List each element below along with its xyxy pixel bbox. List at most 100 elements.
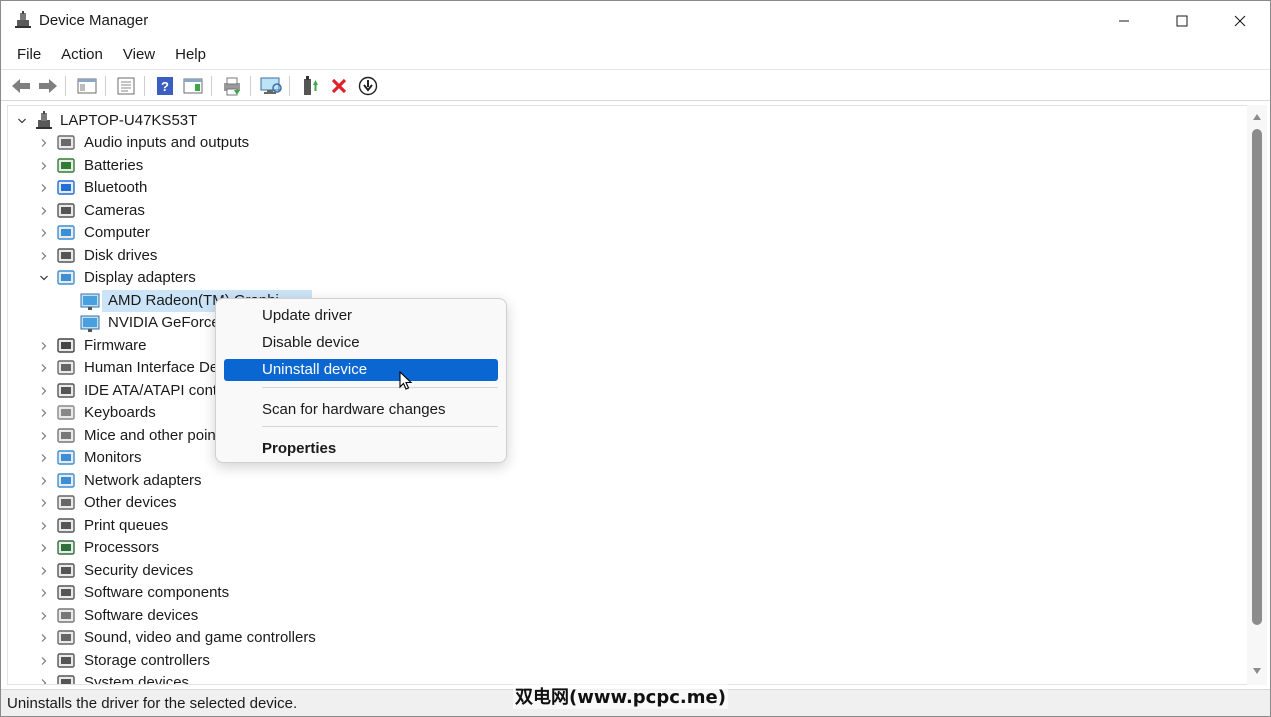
- context-scan-hardware[interactable]: Scan for hardware changes: [224, 399, 498, 421]
- device-category-label[interactable]: Sound, video and game controllers: [84, 627, 316, 649]
- menu-file[interactable]: File: [7, 41, 51, 69]
- device-category-icon: [57, 585, 75, 600]
- context-item-label: Uninstall device: [262, 361, 368, 378]
- chevron-right-icon[interactable]: [38, 655, 50, 667]
- menu-help[interactable]: Help: [165, 41, 216, 69]
- device-category-icon: [57, 360, 75, 375]
- forward-button[interactable]: [36, 74, 60, 98]
- device-item-label[interactable]: NVIDIA GeForce: [108, 312, 220, 334]
- chevron-down-icon[interactable]: [16, 115, 28, 127]
- chevron-right-icon[interactable]: [38, 430, 50, 442]
- chevron-right-icon[interactable]: [38, 137, 50, 149]
- device-category-label[interactable]: Keyboards: [84, 402, 156, 424]
- device-category-icon: [57, 338, 75, 353]
- back-button[interactable]: [9, 74, 33, 98]
- device-category-label[interactable]: Human Interface Dev: [84, 357, 226, 379]
- chevron-right-icon[interactable]: [38, 587, 50, 599]
- device-category-label[interactable]: Storage controllers: [84, 650, 210, 672]
- computer-tower-icon: [36, 111, 52, 129]
- properties-icon: [117, 77, 135, 95]
- device-category-label[interactable]: Audio inputs and outputs: [84, 132, 249, 154]
- device-category-label[interactable]: IDE ATA/ATAPI contro: [84, 380, 230, 402]
- update-driver-button[interactable]: [298, 74, 322, 98]
- close-button[interactable]: [1211, 1, 1269, 41]
- vertical-scrollbar[interactable]: [1247, 105, 1267, 685]
- action-pane-button[interactable]: [181, 74, 205, 98]
- device-category-label[interactable]: Processors: [84, 537, 159, 559]
- chevron-right-icon[interactable]: [38, 520, 50, 532]
- context-uninstall-device[interactable]: Uninstall device: [224, 359, 498, 381]
- context-disable-device[interactable]: Disable device: [224, 332, 498, 354]
- device-manager-window: Device Manager File Action View Help ? L…: [0, 0, 1271, 717]
- scroll-down-arrow-icon[interactable]: [1251, 665, 1263, 677]
- device-category-label[interactable]: Batteries: [84, 155, 143, 177]
- disable-device-button[interactable]: [356, 74, 380, 98]
- minimize-icon: [1119, 20, 1129, 22]
- chevron-right-icon[interactable]: [38, 542, 50, 554]
- device-category-icon: [57, 653, 75, 668]
- scan-hardware-button[interactable]: [259, 74, 283, 98]
- update-driver-icon: [304, 76, 318, 95]
- device-category-label[interactable]: Computer: [84, 222, 150, 244]
- action-pane-icon: [183, 78, 203, 94]
- device-category-label[interactable]: Monitors: [84, 447, 142, 469]
- chevron-right-icon[interactable]: [38, 160, 50, 172]
- chevron-right-icon[interactable]: [38, 182, 50, 194]
- chevron-right-icon[interactable]: [38, 452, 50, 464]
- chevron-right-icon[interactable]: [38, 610, 50, 622]
- device-category-label[interactable]: Firmware: [84, 335, 147, 357]
- uninstall-device-button[interactable]: [327, 74, 351, 98]
- device-category-label[interactable]: Print queues: [84, 515, 168, 537]
- chevron-down-icon[interactable]: [38, 272, 50, 284]
- menu-view[interactable]: View: [113, 41, 165, 69]
- chevron-right-icon[interactable]: [38, 362, 50, 374]
- device-category-label[interactable]: Disk drives: [84, 245, 157, 267]
- scroll-up-arrow-icon[interactable]: [1251, 111, 1263, 123]
- device-category-label[interactable]: Software components: [84, 582, 229, 604]
- context-separator: [262, 426, 498, 427]
- maximize-icon: [1176, 15, 1188, 27]
- chevron-right-icon[interactable]: [38, 385, 50, 397]
- chevron-right-icon[interactable]: [38, 475, 50, 487]
- print-button[interactable]: [220, 74, 244, 98]
- svg-text:?: ?: [161, 79, 169, 94]
- scroll-thumb[interactable]: [1252, 129, 1262, 625]
- chevron-right-icon[interactable]: [38, 407, 50, 419]
- minimize-button[interactable]: [1095, 1, 1153, 41]
- device-category-icon: [57, 135, 75, 150]
- device-category-label[interactable]: Network adapters: [84, 470, 202, 492]
- show-hide-console-tree-button[interactable]: [75, 74, 99, 98]
- chevron-right-icon[interactable]: [38, 565, 50, 577]
- chevron-right-icon[interactable]: [38, 205, 50, 217]
- chevron-right-icon[interactable]: [38, 250, 50, 262]
- chevron-right-icon[interactable]: [38, 632, 50, 644]
- device-category-icon: [57, 270, 75, 285]
- chevron-right-icon[interactable]: [38, 227, 50, 239]
- device-category-label[interactable]: Software devices: [84, 605, 198, 627]
- chevron-right-icon[interactable]: [38, 677, 50, 684]
- device-category-icon: [57, 675, 75, 684]
- device-category-label[interactable]: Mice and other poin: [84, 425, 216, 447]
- title-bar: Device Manager: [1, 1, 1270, 41]
- context-properties[interactable]: Properties: [224, 438, 498, 460]
- properties-button[interactable]: [114, 74, 138, 98]
- device-category-label[interactable]: Bluetooth: [84, 177, 147, 199]
- device-category-label[interactable]: Display adapters: [84, 267, 196, 289]
- tree-root-label[interactable]: LAPTOP-U47KS53T: [60, 110, 197, 132]
- disable-icon: [358, 76, 378, 96]
- device-category-icon: [57, 428, 75, 443]
- print-icon: [224, 77, 240, 96]
- help-button[interactable]: ?: [153, 74, 177, 98]
- device-category-icon: [57, 203, 75, 218]
- device-category-icon: [57, 473, 75, 488]
- menu-action[interactable]: Action: [51, 41, 113, 69]
- device-category-label[interactable]: Security devices: [84, 560, 193, 582]
- device-category-label[interactable]: Cameras: [84, 200, 145, 222]
- toolbar-separator: [105, 76, 106, 96]
- context-update-driver[interactable]: Update driver: [224, 305, 498, 327]
- maximize-button[interactable]: [1153, 1, 1211, 41]
- device-category-label[interactable]: Other devices: [84, 492, 177, 514]
- chevron-right-icon[interactable]: [38, 340, 50, 352]
- chevron-right-icon[interactable]: [38, 497, 50, 509]
- device-category-label[interactable]: System devices: [84, 672, 189, 684]
